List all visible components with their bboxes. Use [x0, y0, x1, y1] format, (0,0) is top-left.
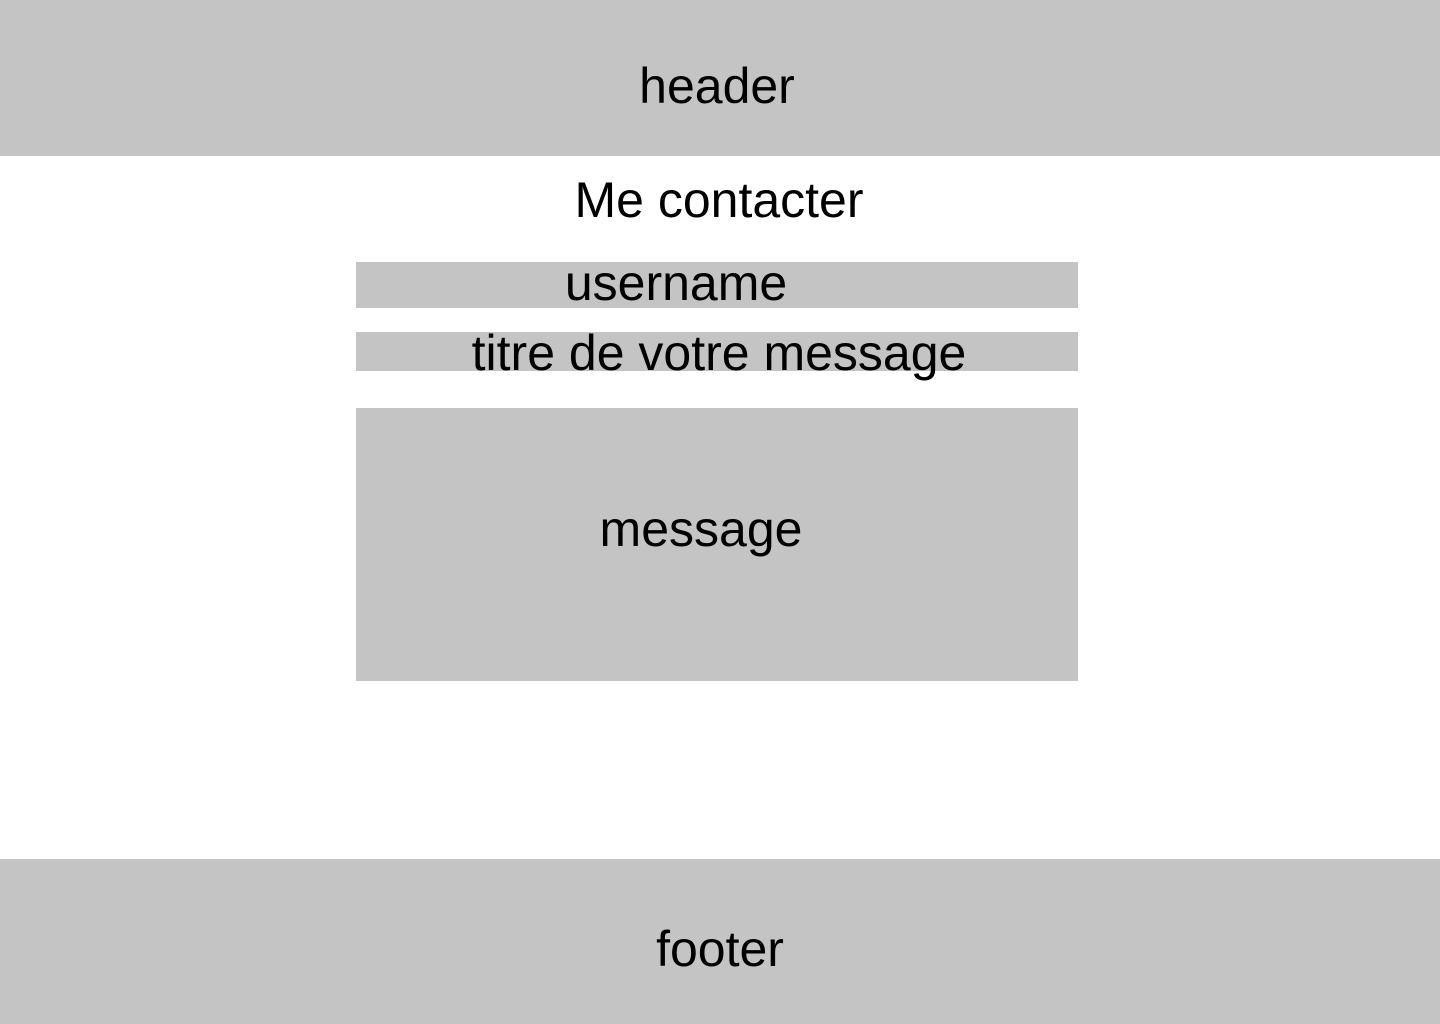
page-footer: footer: [0, 859, 1440, 1024]
footer-label: footer: [656, 920, 784, 977]
message-title-placeholder: titre de votre message: [471, 324, 967, 381]
page-header: header: [0, 0, 1440, 156]
message-textarea[interactable]: message: [356, 408, 1078, 681]
page-title: Me contacter: [0, 168, 1440, 232]
username-placeholder: username: [564, 255, 788, 311]
message-placeholder: message: [599, 500, 803, 557]
header-label: header: [639, 58, 795, 114]
message-title-field[interactable]: titre de votre message: [356, 328, 1078, 378]
username-field[interactable]: username: [356, 258, 1078, 308]
page-title-text: Me contacter: [574, 172, 864, 228]
